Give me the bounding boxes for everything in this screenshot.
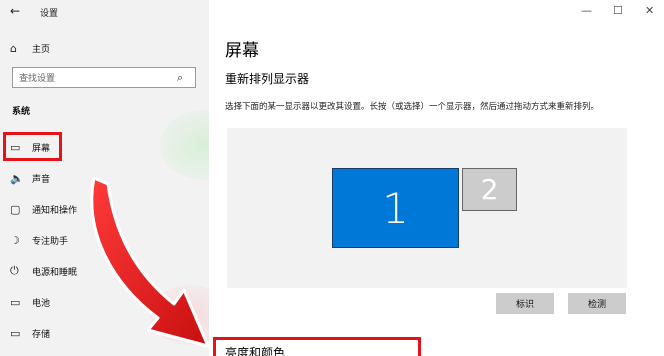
sidebar-item-home[interactable]: ⌂ 主页	[0, 36, 209, 60]
section-heading: 重新排列显示器	[225, 72, 310, 86]
page-title: 屏幕	[225, 41, 259, 61]
display-arrangement-area: 1 2	[227, 128, 627, 288]
sidebar-item-label: 主页	[32, 44, 51, 55]
search-icon[interactable]: ⌕	[177, 71, 195, 85]
close-icon[interactable]: ✕	[645, 4, 654, 17]
identify-button[interactable]: 标识	[496, 293, 554, 314]
minimize-icon[interactable]: —	[581, 4, 592, 17]
search-placeholder: 查找设置	[19, 74, 56, 84]
sidebar-item-label: 存储	[32, 329, 51, 340]
section-heading: 亮度和颜色	[225, 346, 286, 356]
maximize-icon[interactable]: ☐	[613, 4, 623, 17]
sidebar-item-label: 电池	[32, 298, 51, 309]
speaker-icon: 🔈	[10, 171, 24, 185]
highlight-box	[3, 132, 62, 161]
sidebar-item-label: 电源和睡眠	[32, 267, 78, 278]
back-arrow-icon[interactable]: ←	[10, 4, 20, 18]
moon-icon: ☽	[10, 233, 20, 247]
search-input[interactable]: 查找设置 ⌕	[12, 67, 196, 88]
notification-icon: ▢	[10, 202, 21, 216]
section-title: 系统	[12, 107, 31, 117]
sidebar-item-label: 声音	[32, 174, 51, 185]
sidebar-item-label: 通知和操作	[32, 205, 78, 216]
description-text: 选择下面的某一显示器以更改其设置。长按（或选择）一个显示器，然后通过拖动方式来重…	[225, 102, 600, 112]
main-panel: — ☐ ✕ 屏幕 重新排列显示器 选择下面的某一显示器以更改其设置。长按（或选择…	[209, 0, 664, 356]
detect-button[interactable]: 检测	[568, 293, 626, 314]
app-title: 设置	[40, 9, 59, 19]
monitor-1-tile[interactable]: 1	[332, 168, 459, 248]
home-icon: ⌂	[10, 41, 17, 55]
battery-icon: ▭	[10, 295, 21, 309]
sidebar-item-label: 专注助手	[32, 236, 69, 247]
red-arrow-icon	[90, 176, 210, 348]
power-icon: ⏻	[10, 264, 19, 277]
monitor-2-tile[interactable]: 2	[462, 168, 517, 211]
storage-icon: ▭	[10, 326, 21, 340]
